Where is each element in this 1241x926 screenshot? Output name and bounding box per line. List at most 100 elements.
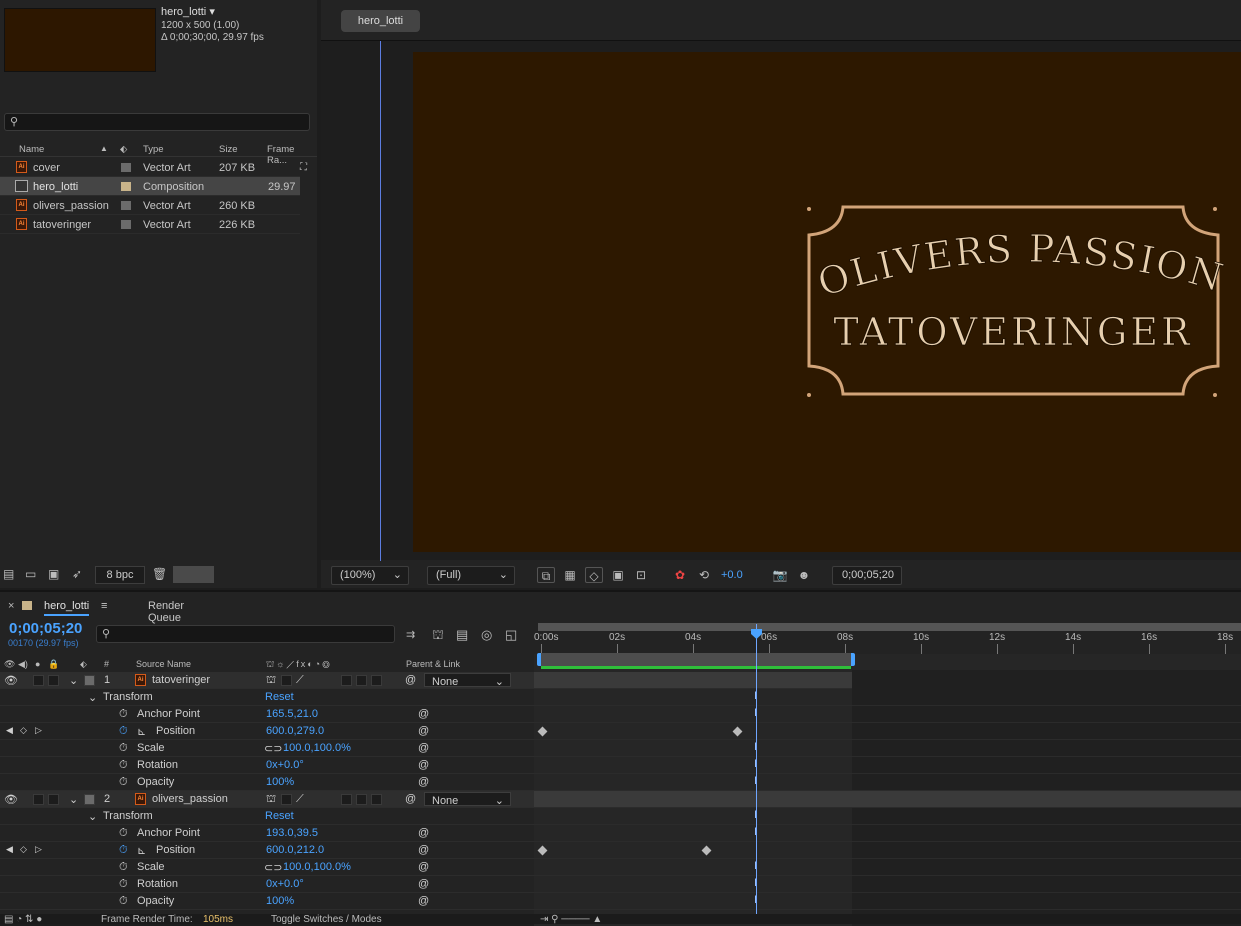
prop-anchor-point[interactable]: ⏱ Anchor Point 193.0,39.5 @	[0, 825, 534, 842]
project-item-tatoveringer[interactable]: Ai tatoveringer Vector Art 226 KB	[0, 215, 300, 234]
quality-icon[interactable]: ⟋	[296, 674, 304, 687]
prop-value[interactable]: 100%	[266, 776, 294, 788]
color-swatch[interactable]	[173, 566, 214, 583]
chevron-down-icon[interactable]: ▾	[209, 6, 215, 18]
close-icon[interactable]: ×	[8, 600, 14, 612]
stopwatch-active-icon[interactable]: ⏱	[119, 725, 128, 738]
prop-value[interactable]: 165.5,21.0	[266, 708, 318, 720]
toggle-switches-modes[interactable]: Toggle Switches / Modes	[271, 914, 382, 925]
link-icon[interactable]: ⊂⊃	[264, 861, 282, 874]
label-color-swatch[interactable]	[121, 182, 131, 191]
solo-switch[interactable]	[33, 794, 44, 805]
layer-name[interactable]: olivers_passion	[152, 793, 228, 805]
audio-icon[interactable]: ◀)	[18, 659, 28, 670]
footer-icons[interactable]: ▤ ◔ ⇅ ●	[4, 914, 42, 925]
pickwhip-icon[interactable]: @	[418, 878, 429, 890]
pickwhip-icon[interactable]: @	[418, 776, 429, 788]
reset-link[interactable]: Reset	[265, 691, 294, 703]
motion-blur-switch[interactable]	[341, 675, 352, 686]
pickwhip-icon[interactable]: @	[405, 793, 416, 805]
eye-icon[interactable]: 👁	[4, 674, 18, 687]
lock-switch[interactable]	[48, 794, 59, 805]
shy-layers-icon[interactable]: ⛫	[432, 627, 444, 645]
project-item-olivers-passion[interactable]: Ai olivers_passion Vector Art 260 KB	[0, 196, 300, 215]
chevron-down-icon[interactable]: ⌄	[69, 674, 78, 687]
prop-anchor-point[interactable]: ⏱ Anchor Point 165.5,21.0 @	[0, 706, 534, 723]
prop-opacity[interactable]: ⏱ Opacity 100% @	[0, 774, 534, 791]
color-channels-icon[interactable]: ✿	[671, 567, 689, 583]
track-layer-tatoveringer[interactable]	[534, 672, 852, 689]
pickwhip-icon[interactable]: @	[418, 827, 429, 839]
render-icon[interactable]: ➶	[72, 567, 82, 581]
keyframe[interactable]	[701, 845, 712, 856]
stopwatch-active-icon[interactable]: ⏱	[119, 844, 128, 857]
3d-switch[interactable]	[371, 675, 382, 686]
pickwhip-icon[interactable]: @	[418, 844, 429, 856]
zoom-dropdown[interactable]: (100%) ⌄	[331, 566, 409, 585]
render-queue-tab[interactable]: Render Queue	[148, 600, 184, 624]
prop-value[interactable]: 100.0,100.0%	[283, 861, 351, 873]
region-of-interest-icon[interactable]: ▣	[609, 567, 627, 583]
quality-switch[interactable]	[281, 794, 292, 805]
trash-icon[interactable]: 🗑	[152, 567, 167, 581]
label-color-swatch[interactable]	[121, 201, 131, 210]
col-size[interactable]: Size	[219, 144, 237, 155]
next-keyframe-icon[interactable]: ▷	[35, 844, 42, 855]
pickwhip-icon[interactable]: @	[418, 725, 429, 737]
sort-up-icon[interactable]: ▲	[100, 144, 108, 153]
layer-row-olivers-passion[interactable]: 👁 ⌄ 2 Ai olivers_passion ⛫ ⟋ @ None ⌄	[0, 791, 534, 808]
stopwatch-icon[interactable]: ⏱	[119, 708, 128, 721]
prev-keyframe-icon[interactable]: ◀	[6, 844, 13, 855]
quality-switch[interactable]	[281, 675, 292, 686]
label-color-swatch[interactable]	[121, 163, 131, 172]
stopwatch-icon[interactable]: ⏱	[119, 759, 128, 772]
stopwatch-icon[interactable]: ⏱	[119, 742, 128, 755]
pickwhip-icon[interactable]: @	[418, 708, 429, 720]
timeline-tab-hero-lotti[interactable]: hero_lotti	[44, 600, 90, 616]
comp-mini-flowchart-icon[interactable]: ⇉	[406, 628, 415, 641]
new-folder-icon[interactable]: ▭	[25, 567, 36, 581]
comp-name[interactable]: hero_lotti ▾	[161, 5, 215, 18]
work-area-bar[interactable]	[538, 623, 1241, 631]
chevron-down-icon[interactable]: ⌄	[88, 810, 97, 823]
prop-rotation[interactable]: ⏱ Rotation 0x+0.0° @	[0, 876, 534, 893]
prop-position[interactable]: ◀ ◇ ▷ ⏱ ⊾ Position 600.0,212.0 @	[0, 842, 534, 859]
graph-icon[interactable]: ⊾	[137, 844, 146, 857]
pickwhip-icon[interactable]: @	[405, 674, 416, 686]
graph-editor-icon[interactable]: ◱	[505, 627, 517, 643]
layer-name[interactable]: tatoveringer	[152, 674, 210, 686]
pickwhip-icon[interactable]: @	[418, 759, 429, 771]
timeline-tracks[interactable]: 0:00s 02s 04s 06s 08s 10s 12s 14s 16s 18…	[534, 623, 1241, 926]
prop-value[interactable]: 100%	[266, 895, 294, 907]
next-keyframe-icon[interactable]: ▷	[35, 725, 42, 736]
parent-dropdown[interactable]: None ⌄	[424, 673, 511, 688]
chevron-down-icon[interactable]: ⌄	[88, 691, 97, 704]
project-search-input[interactable]: ⚲	[4, 113, 310, 131]
prop-scale[interactable]: ⏱ Scale ⊂⊃ 100.0,100.0% @	[0, 859, 534, 876]
add-keyframe-icon[interactable]: ◇	[20, 844, 27, 855]
parent-dropdown[interactable]: None ⌄	[424, 792, 511, 807]
playhead[interactable]	[751, 624, 762, 924]
graph-icon[interactable]: ⊾	[137, 725, 146, 738]
label-color-swatch[interactable]	[121, 220, 131, 229]
transform-group[interactable]: ⌄ Transform Reset	[0, 689, 534, 706]
label-tag-icon[interactable]: ⬖	[80, 659, 87, 670]
label-color-swatch[interactable]	[84, 794, 95, 805]
bit-depth-button[interactable]: 8 bpc	[95, 566, 145, 584]
prop-value[interactable]: 100.0,100.0%	[283, 742, 351, 754]
resolution-dropdown[interactable]: (Full) ⌄	[427, 566, 515, 585]
layer-search-input[interactable]: ⚲	[96, 625, 395, 643]
motion-blur-switch[interactable]	[341, 794, 352, 805]
eye-icon[interactable]: 👁	[4, 793, 18, 806]
viewer-tab[interactable]: hero_lotti	[341, 10, 420, 32]
3d-switch[interactable]	[371, 794, 382, 805]
stopwatch-icon[interactable]: ⏱	[119, 878, 128, 891]
stopwatch-icon[interactable]: ⏱	[119, 861, 128, 874]
prop-value[interactable]: 0x+0.0°	[266, 878, 304, 890]
pickwhip-icon[interactable]: @	[418, 861, 429, 873]
mask-path-icon[interactable]: ◇	[585, 567, 603, 583]
layer-row-tatoveringer[interactable]: 👁 ⌄ 1 Ai tatoveringer ⛫ ⟋ @ None ⌄	[0, 672, 534, 689]
adjustment-switch[interactable]	[356, 675, 367, 686]
project-item-cover[interactable]: Ai cover Vector Art 207 KB ⛶	[0, 158, 307, 177]
stopwatch-icon[interactable]: ⏱	[119, 895, 128, 908]
